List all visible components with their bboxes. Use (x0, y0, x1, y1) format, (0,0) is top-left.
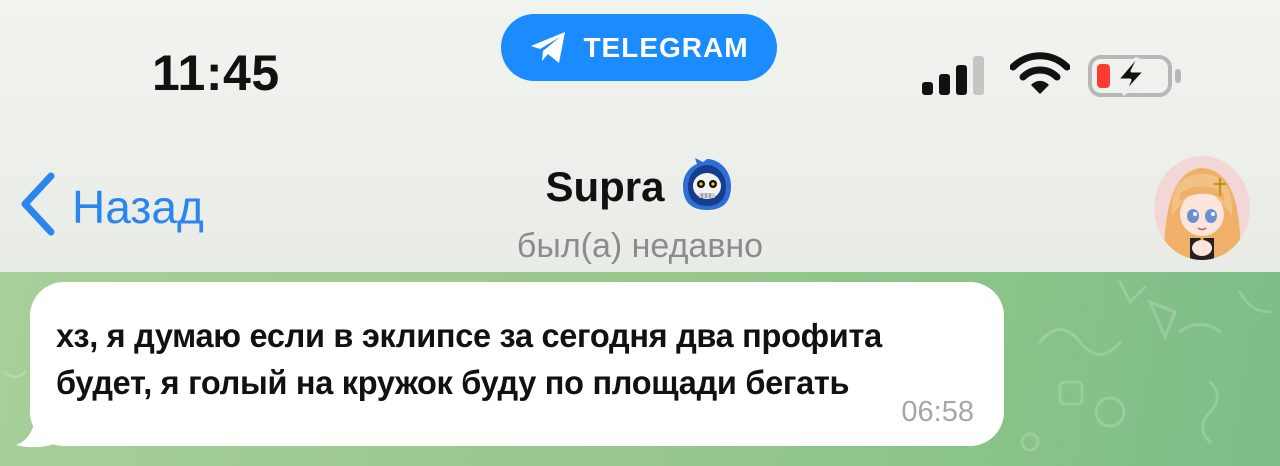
avatar[interactable] (1154, 156, 1250, 260)
chat-title: Supra (545, 162, 665, 210)
top-bar: 11:45 TELEGRAM Назад Supra был(а) недавн… (0, 0, 1280, 272)
telegram-return-pill[interactable]: TELEGRAM (501, 14, 777, 81)
back-button[interactable]: Назад (20, 172, 204, 241)
back-label: Назад (72, 180, 204, 233)
telegram-icon (529, 30, 569, 66)
message-time: 06:58 (901, 396, 974, 428)
chevron-left-icon (20, 172, 56, 241)
status-time: 11:45 (152, 45, 280, 101)
chat-status: был(а) недавно (516, 227, 764, 265)
wifi-icon (1009, 52, 1071, 98)
chat-header-info[interactable]: Supra был(а) недавно (440, 156, 840, 266)
battery-charging-icon (1088, 54, 1184, 98)
telegram-pill-label: TELEGRAM (583, 31, 749, 63)
message-text: хз, я думаю если в эклипсе за сегодня дв… (56, 317, 882, 401)
hooded-skull-emoji-icon (679, 156, 735, 217)
cellular-signal-icon (922, 56, 992, 96)
